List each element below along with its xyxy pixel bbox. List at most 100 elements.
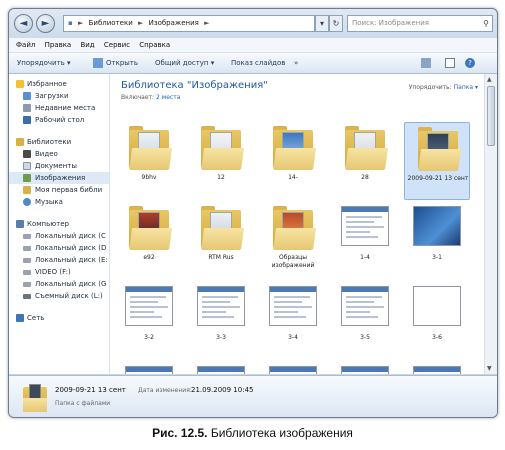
- folder-icon: [418, 127, 462, 171]
- nav-network-label: Сеть: [27, 314, 45, 322]
- nav-recent-places[interactable]: Недавние места: [9, 102, 109, 114]
- nav-libraries[interactable]: Библиотеки: [9, 136, 109, 148]
- search-icon[interactable]: ⚲: [483, 16, 489, 31]
- scroll-up-arrow-icon[interactable]: ▲: [487, 76, 492, 83]
- drive-icon: [23, 258, 31, 263]
- search-input[interactable]: Поиск: Изображения ⚲: [347, 15, 493, 32]
- menu-tools[interactable]: Сервис: [104, 41, 130, 49]
- address-dropdown-button[interactable]: ▾: [315, 15, 329, 32]
- nav-downloads[interactable]: Загрузки: [9, 90, 109, 102]
- nav-favorites-label: Избранное: [27, 80, 67, 88]
- item-label: 3-3: [216, 334, 226, 341]
- folder-item[interactable]: e92: [116, 202, 182, 280]
- folder-icon: [201, 206, 245, 250]
- image-thumbnail: [125, 366, 173, 374]
- nav-desktop[interactable]: Рабочий стол: [9, 114, 109, 126]
- nav-drive-e[interactable]: Локальный диск (E:: [9, 254, 109, 266]
- back-button[interactable]: ◄: [14, 14, 33, 33]
- image-item[interactable]: 3-6: [404, 282, 470, 360]
- arrange-label: Упорядочить:: [408, 84, 452, 91]
- library-title: Библиотека "Изображения": [121, 80, 268, 91]
- open-button[interactable]: Открыть: [106, 53, 138, 73]
- nav-video[interactable]: Видео: [9, 148, 109, 160]
- nav-drive-f[interactable]: VIDEO (F:): [9, 266, 109, 278]
- nav-libraries-label: Библиотеки: [27, 138, 72, 146]
- share-button[interactable]: Общий доступ ▾: [155, 53, 214, 73]
- details-modified-value: 21.09.2009 10:45: [191, 386, 254, 394]
- nav-downloads-label: Загрузки: [35, 92, 69, 100]
- nav-computer-label: Компьютер: [27, 220, 69, 228]
- folder-item[interactable]: RTM Rus: [188, 202, 254, 280]
- menu-view[interactable]: Вид: [80, 41, 94, 49]
- image-item[interactable]: [260, 362, 326, 374]
- forward-button[interactable]: ►: [36, 14, 55, 33]
- nav-drive-l[interactable]: Съемный диск (L:): [9, 290, 109, 302]
- image-item[interactable]: [116, 362, 182, 374]
- organize-button[interactable]: Упорядочить ▾: [17, 53, 71, 73]
- desktop-icon: [23, 116, 31, 124]
- nav-music[interactable]: Музыка: [9, 196, 109, 208]
- menu-edit[interactable]: Правка: [45, 41, 72, 49]
- nav-favorites[interactable]: Избранное: [9, 78, 109, 90]
- help-icon[interactable]: ?: [465, 58, 475, 68]
- scroll-down-arrow-icon[interactable]: ▼: [487, 365, 492, 372]
- slideshow-button[interactable]: Показ слайдов: [231, 53, 285, 73]
- folder-icon: [273, 206, 317, 250]
- folder-item[interactable]: 9bhv: [116, 122, 182, 200]
- nav-my-first-library[interactable]: Моя первая библи: [9, 184, 109, 196]
- item-label: 3-6: [432, 334, 442, 341]
- menu-help[interactable]: Справка: [139, 41, 170, 49]
- libraries-icon: [16, 138, 24, 146]
- image-thumbnail: [413, 366, 461, 374]
- image-item[interactable]: [404, 362, 470, 374]
- item-label: 3-4: [288, 334, 298, 341]
- menu-bar: Файл Правка Вид Сервис Справка: [9, 38, 497, 53]
- video-icon: [23, 150, 31, 158]
- preview-pane-icon[interactable]: [445, 58, 455, 68]
- folder-icon: [129, 206, 173, 250]
- item-label: 3-2: [144, 334, 154, 341]
- more-commands-button[interactable]: »: [294, 53, 298, 73]
- folder-item[interactable]: Образцы изображений: [260, 202, 326, 280]
- image-item[interactable]: [188, 362, 254, 374]
- address-bar[interactable]: ▪ ► Библиотеки ► Изображения ►: [63, 15, 315, 32]
- file-view: Библиотека "Изображения" Включает: 2 мес…: [110, 74, 484, 374]
- menu-file[interactable]: Файл: [16, 41, 35, 49]
- folder-item[interactable]: 2009-09-21 13 сент: [404, 122, 470, 200]
- image-item[interactable]: 3-2: [116, 282, 182, 360]
- nav-drive-c[interactable]: Локальный диск (C: [9, 230, 109, 242]
- breadcrumb-pictures[interactable]: Изображения: [149, 19, 199, 27]
- nav-computer[interactable]: Компьютер: [9, 218, 109, 230]
- folder-item[interactable]: 14-: [260, 122, 326, 200]
- caption-number: Рис. 12.5.: [152, 426, 208, 440]
- image-item[interactable]: 3-4: [260, 282, 326, 360]
- image-item[interactable]: 1-4: [332, 202, 398, 280]
- image-thumbnail: [413, 206, 461, 246]
- includes-locations-link[interactable]: 2 места: [156, 94, 180, 101]
- refresh-button[interactable]: ↻: [329, 15, 343, 32]
- folder-item[interactable]: 12: [188, 122, 254, 200]
- nav-network[interactable]: Сеть: [9, 312, 109, 324]
- nav-drive-g[interactable]: Локальный диск (G: [9, 278, 109, 290]
- view-options-icon[interactable]: [421, 58, 431, 68]
- details-name: 2009-09-21 13 сент: [55, 386, 126, 394]
- arrange-dropdown[interactable]: Папка ▾: [454, 84, 478, 91]
- scrollbar-thumb[interactable]: [487, 86, 495, 146]
- recent-places-icon: [23, 104, 31, 112]
- removable-drive-icon: [23, 294, 31, 299]
- image-thumbnail: [341, 366, 389, 374]
- image-item[interactable]: 3-5: [332, 282, 398, 360]
- nav-pictures[interactable]: Изображения: [9, 172, 109, 184]
- breadcrumb-libraries[interactable]: Библиотеки: [89, 19, 133, 27]
- folder-item[interactable]: 28: [332, 122, 398, 200]
- image-thumbnail: [413, 286, 461, 326]
- downloads-icon: [23, 92, 31, 100]
- image-item[interactable]: 3-3: [188, 282, 254, 360]
- nav-documents[interactable]: Документы: [9, 160, 109, 172]
- image-thumbnail: [269, 366, 317, 374]
- image-thumbnail: [197, 286, 245, 326]
- vertical-scrollbar[interactable]: ▲ ▼: [484, 74, 497, 374]
- nav-drive-d[interactable]: Локальный диск (D: [9, 242, 109, 254]
- image-item[interactable]: [332, 362, 398, 374]
- image-item[interactable]: 3-1: [404, 202, 470, 280]
